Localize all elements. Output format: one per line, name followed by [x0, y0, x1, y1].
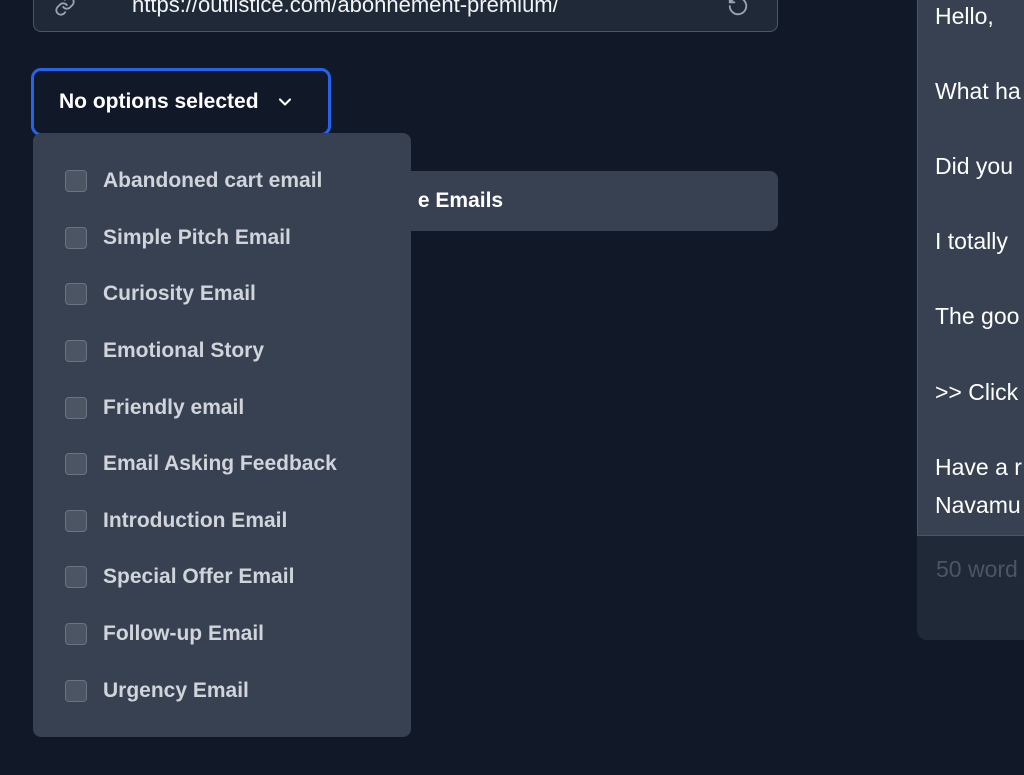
email-preview-panel: Hello, What ha Did you I totally The goo…: [917, 0, 1024, 640]
option-introduction-email[interactable]: Introduction Email: [33, 493, 411, 550]
option-follow-up-email[interactable]: Follow-up Email: [33, 606, 411, 663]
checkbox[interactable]: [65, 283, 87, 306]
option-label: Introduction Email: [103, 508, 288, 532]
option-label: Curiosity Email: [103, 282, 256, 306]
refresh-icon[interactable]: [727, 0, 749, 17]
link-icon: [55, 0, 75, 16]
checkbox[interactable]: [65, 340, 87, 363]
option-label: Friendly email: [103, 395, 245, 419]
generate-emails-label: e Emails: [417, 189, 504, 212]
email-preview-textarea[interactable]: Hello, What ha Did you I totally The goo…: [917, 0, 1024, 536]
option-urgency-email[interactable]: Urgency Email: [33, 662, 411, 719]
multiselect-dropdown: Abandoned cart email Simple Pitch Email …: [33, 133, 411, 737]
checkbox[interactable]: [65, 170, 87, 193]
option-label: Urgency Email: [103, 678, 249, 702]
word-count: 50 word: [936, 556, 1018, 582]
option-label: Simple Pitch Email: [103, 225, 291, 249]
checkbox[interactable]: [65, 453, 87, 476]
option-label: Special Offer Email: [103, 565, 295, 589]
checkbox[interactable]: [65, 509, 87, 532]
preview-line: Have a r: [935, 454, 1022, 480]
multiselect-label: No options selected: [59, 90, 259, 113]
checkbox[interactable]: [65, 566, 87, 589]
preview-line: Navamu: [935, 492, 1021, 518]
preview-line: >> Click: [935, 379, 1019, 405]
checkbox[interactable]: [65, 623, 87, 646]
option-emotional-story[interactable]: Emotional Story: [33, 323, 411, 380]
checkbox[interactable]: [65, 679, 87, 702]
option-label: Emotional Story: [103, 339, 265, 363]
preview-line: Hello,: [935, 3, 994, 29]
preview-line: Did you: [935, 153, 1013, 179]
option-simple-pitch-email[interactable]: Simple Pitch Email: [33, 210, 411, 267]
option-email-asking-feedback[interactable]: Email Asking Feedback: [33, 436, 411, 493]
option-label: Follow-up Email: [103, 622, 264, 646]
option-label: Abandoned cart email: [103, 169, 323, 193]
preview-line: The goo: [935, 303, 1020, 329]
preview-line: I totally: [935, 228, 1008, 254]
option-curiosity-email[interactable]: Curiosity Email: [33, 266, 411, 323]
url-input[interactable]: https://outilstice.com/abonnement-premiu…: [33, 0, 778, 32]
email-type-multiselect[interactable]: No options selected: [31, 68, 331, 136]
option-label: Email Asking Feedback: [103, 452, 337, 476]
chevron-down-icon: [278, 98, 291, 106]
option-special-offer-email[interactable]: Special Offer Email: [33, 549, 411, 606]
checkbox[interactable]: [65, 396, 87, 419]
url-input-value[interactable]: https://outilstice.com/abonnement-premiu…: [132, 0, 559, 18]
option-abandoned-cart-email[interactable]: Abandoned cart email: [33, 153, 411, 210]
checkbox[interactable]: [65, 226, 87, 249]
option-friendly-email[interactable]: Friendly email: [33, 379, 411, 436]
preview-line: What ha: [935, 78, 1021, 104]
